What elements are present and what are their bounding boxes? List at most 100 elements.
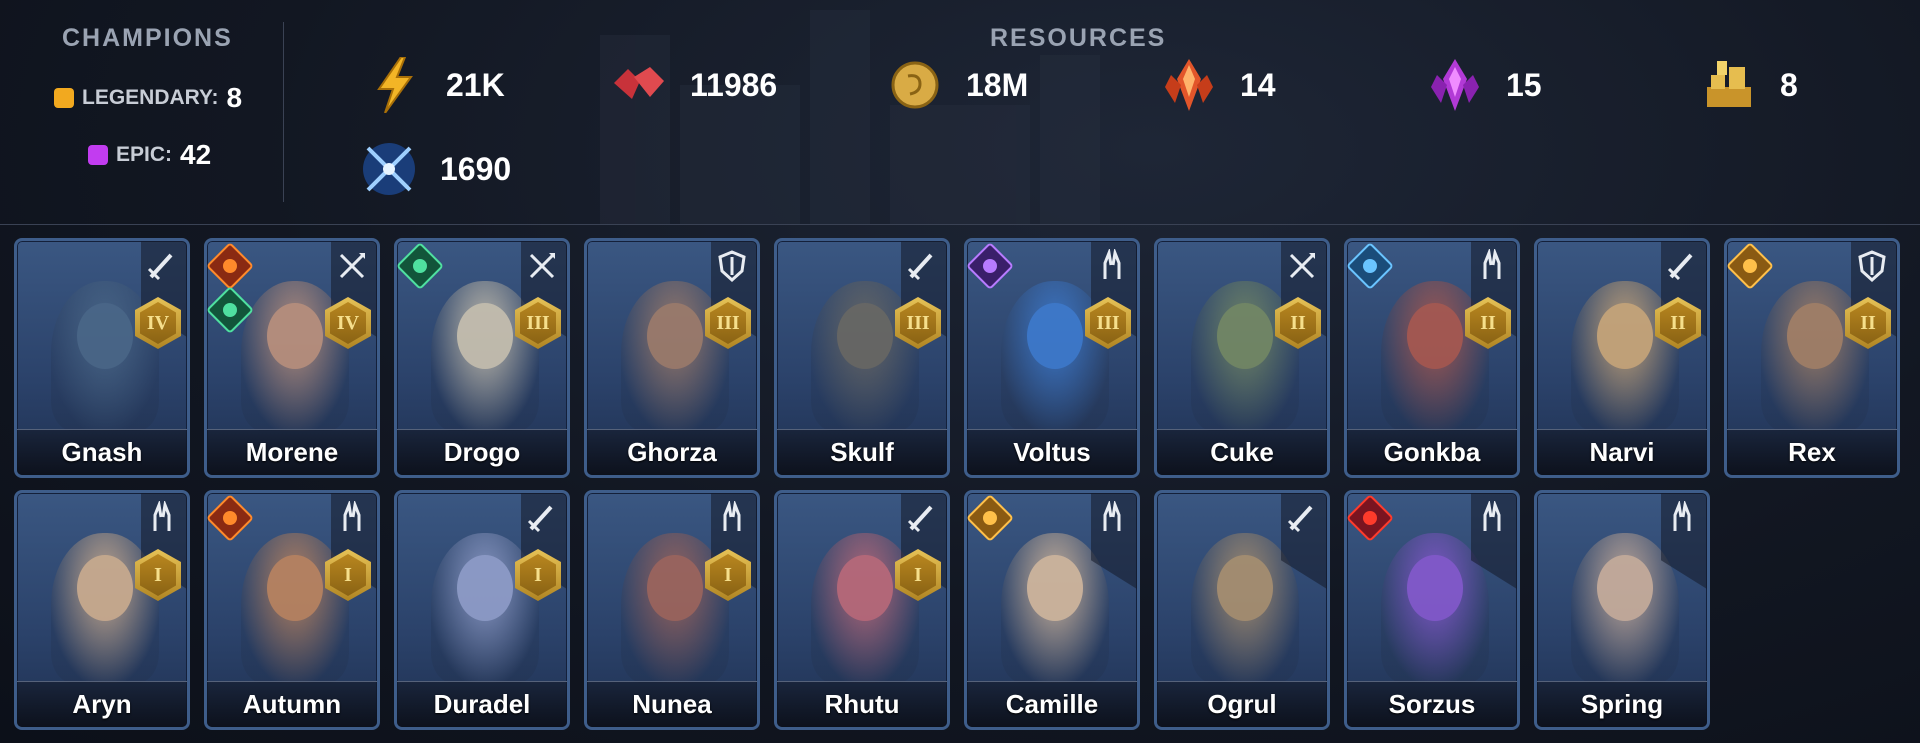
force-affinity-icon — [207, 493, 255, 543]
champion-name-bar: Camille — [967, 681, 1137, 727]
rubies-icon — [610, 56, 668, 114]
silver-value: 18M — [966, 66, 1029, 103]
champion-card-camille[interactable]: Camille — [964, 490, 1140, 730]
champion-name: Rhutu — [824, 689, 900, 719]
force-affinity-icon — [207, 241, 255, 291]
spirit-affinity-icon — [1347, 241, 1395, 291]
champion-card-narvi[interactable]: II Narvi — [1534, 238, 1710, 478]
resource-rubies[interactable]: 11986 — [610, 56, 777, 114]
champion-face — [1597, 555, 1653, 621]
champion-face — [457, 303, 513, 369]
legendary-count-row: LEGENDARY: 8 — [54, 82, 242, 114]
energy-bolt-icon — [366, 56, 424, 114]
champion-name-bar: Rex — [1727, 429, 1897, 475]
champion-card-aryn[interactable]: I Aryn — [14, 490, 190, 730]
arena-tokens-value: 1690 — [440, 150, 512, 187]
champion-face — [1217, 555, 1273, 621]
rank-label: II — [1850, 302, 1886, 344]
legendary-label: LEGENDARY: — [82, 86, 219, 109]
champion-name: Drogo — [443, 437, 521, 467]
rubies-value: 11986 — [690, 66, 778, 103]
red-shard-icon — [1160, 56, 1218, 114]
defense-icon — [1855, 249, 1889, 283]
support-icon — [1665, 499, 1699, 535]
resource-purple-shard[interactable]: 15 — [1426, 56, 1542, 114]
attack-icon — [905, 249, 939, 283]
champion-name-bar: Narvi — [1537, 429, 1707, 475]
champion-card-spring[interactable]: Spring — [1534, 490, 1710, 730]
resource-energy[interactable]: 21K — [366, 56, 505, 114]
champion-name: Autumn — [242, 689, 342, 719]
champion-card-duradel[interactable]: I Duradel — [394, 490, 570, 730]
rank-label: I — [900, 554, 936, 596]
champion-face — [77, 303, 133, 369]
resource-gold-bars[interactable]: 8 — [1700, 56, 1798, 114]
champion-card-morene[interactable]: IV Morene — [204, 238, 380, 478]
header-panel: CHAMPIONS LEGENDARY: 8 EPIC: 42 RESOURCE… — [0, 0, 1920, 225]
epic-label: EPIC: — [116, 143, 173, 166]
champion-face — [457, 555, 513, 621]
attack-icon — [145, 249, 179, 283]
gold-bars-icon — [1700, 56, 1758, 114]
champion-card-cuke[interactable]: II Cuke — [1154, 238, 1330, 478]
champion-card-autumn[interactable]: I Autumn — [204, 490, 380, 730]
champion-name-bar: Voltus — [967, 429, 1137, 475]
hp-icon — [335, 249, 369, 283]
champion-name-bar: Autumn — [207, 681, 377, 727]
rank-label: I — [520, 554, 556, 596]
champion-name-bar: Spring — [1537, 681, 1707, 727]
champion-card-nunea[interactable]: I Nunea — [584, 490, 760, 730]
rank-label: I — [710, 554, 746, 596]
rank-label: I — [140, 554, 176, 596]
support-icon — [335, 499, 369, 535]
attack-icon — [525, 501, 559, 535]
hp-icon — [1285, 249, 1319, 283]
champion-card-ghorza[interactable]: III Ghorza — [584, 238, 760, 478]
champion-face — [267, 555, 323, 621]
rank-label: II — [1470, 302, 1506, 344]
champion-face — [1787, 303, 1843, 369]
champion-name-bar: Nunea — [587, 681, 757, 727]
rank-label: III — [520, 302, 556, 344]
silver-coin-icon — [886, 56, 944, 114]
red-shard-value: 14 — [1240, 66, 1276, 103]
legendary-dot-icon — [54, 88, 74, 108]
header-divider — [283, 22, 284, 202]
rank-label: III — [1090, 302, 1126, 344]
champion-name: Ghorza — [627, 437, 717, 467]
champion-name-bar: Gnash — [17, 429, 187, 475]
epic-count-row: EPIC: 42 — [88, 139, 211, 171]
void-affinity-icon — [967, 241, 1015, 291]
champion-name-bar: Morene — [207, 429, 377, 475]
champion-face — [1217, 303, 1273, 369]
champion-card-rex[interactable]: II Rex — [1724, 238, 1900, 478]
champion-card-ogrul[interactable]: Ogrul — [1154, 490, 1330, 730]
magic-affinity-icon — [397, 241, 445, 291]
champion-name: Duradel — [433, 689, 531, 719]
force-red-affinity-icon — [1347, 493, 1395, 543]
champion-card-skulf[interactable]: III Skulf — [774, 238, 950, 478]
champion-name-bar: Duradel — [397, 681, 567, 727]
support-icon — [145, 499, 179, 535]
champion-card-rhutu[interactable]: I Rhutu — [774, 490, 950, 730]
resource-silver[interactable]: 18M — [886, 56, 1028, 114]
rank-label: III — [900, 302, 936, 344]
resource-arena-tokens[interactable]: 1690 — [360, 140, 511, 198]
legendary-count: 8 — [226, 82, 243, 113]
champion-face — [267, 303, 323, 369]
champion-name: Sorzus — [1388, 689, 1476, 719]
champion-face — [1027, 303, 1083, 369]
champion-face — [647, 303, 703, 369]
champion-name: Morene — [245, 437, 339, 467]
champion-card-gonkba[interactable]: II Gonkba — [1344, 238, 1520, 478]
resource-red-shard[interactable]: 14 — [1160, 56, 1276, 114]
defense-icon — [715, 249, 749, 283]
support-icon — [1475, 247, 1509, 283]
champion-card-gnash[interactable]: IV Gnash — [14, 238, 190, 478]
champion-card-voltus[interactable]: III Voltus — [964, 238, 1140, 478]
champion-card-sorzus[interactable]: Sorzus — [1344, 490, 1520, 730]
champion-card-drogo[interactable]: III Drogo — [394, 238, 570, 478]
support-icon — [715, 499, 749, 535]
header-separator — [0, 224, 1920, 225]
champion-name: Gonkba — [1383, 437, 1481, 467]
